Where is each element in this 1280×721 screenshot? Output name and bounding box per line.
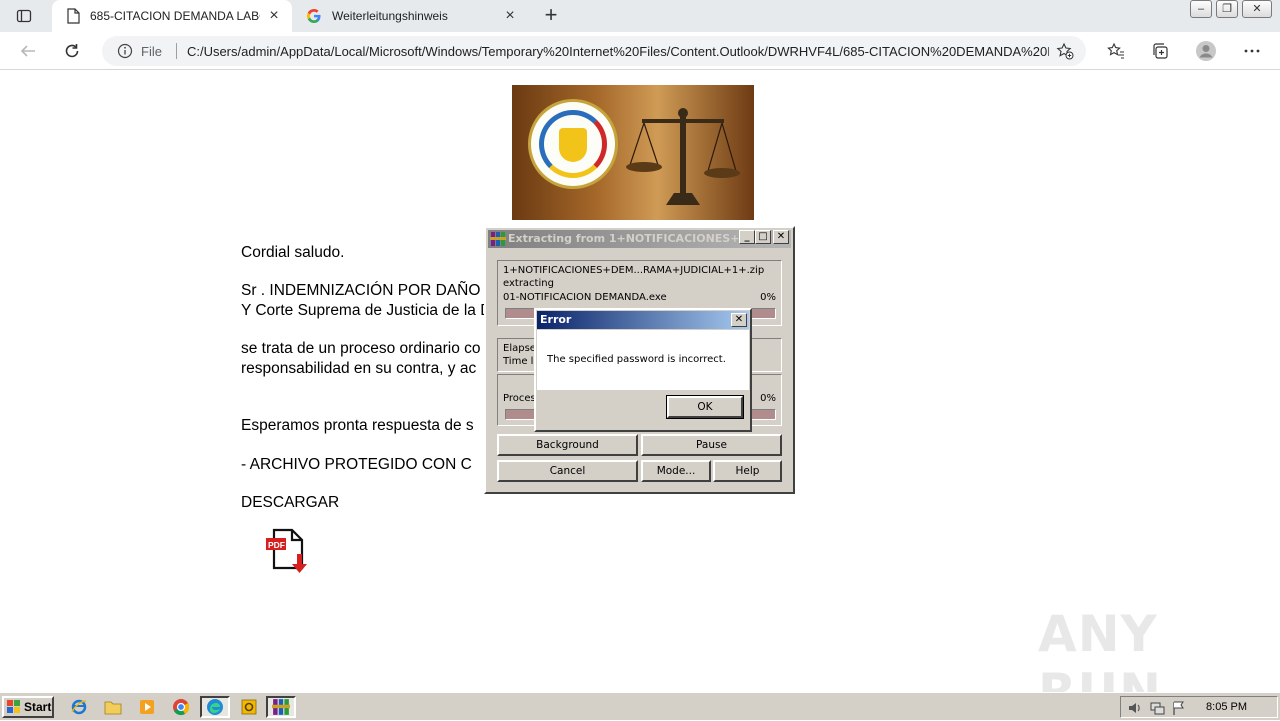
download-link[interactable]: DESCARGAR <box>241 493 339 513</box>
minimize-icon[interactable]: _ <box>739 230 755 244</box>
archive-name: 1+NOTIFICACIONES+DEM...RAMA+JUDICIAL+1+.… <box>503 265 765 276</box>
profile-button[interactable] <box>1194 39 1218 63</box>
elapsed-label: Elapse <box>503 343 536 354</box>
collections-button[interactable] <box>1148 39 1172 63</box>
back-arrow-icon <box>20 45 35 57</box>
windows-flag-icon <box>7 700 20 713</box>
favorites-icon <box>1107 42 1124 59</box>
tab-title: Weiterleitungshinweis <box>332 9 448 23</box>
taskbar: Start 8:05 PM <box>0 692 1280 720</box>
favorites-button[interactable] <box>1104 39 1128 63</box>
background-button[interactable]: Background <box>497 434 638 456</box>
more-menu-icon <box>1244 49 1260 53</box>
file-percent: 0% <box>760 292 776 303</box>
tab-weiterleitungshinweis[interactable]: Weiterleitungshinweis × <box>292 0 528 32</box>
pdf-download-icon[interactable]: PDF <box>264 526 312 576</box>
rama-judicial-seal-icon <box>528 99 618 189</box>
letter-line-6: - ARCHIVO PROTEGIDO CON C <box>241 456 472 473</box>
volume-icon[interactable] <box>1127 700 1143 716</box>
edge-button[interactable] <box>200 696 230 718</box>
start-label: Start <box>24 700 52 714</box>
winrar-icon <box>272 699 290 715</box>
processed-label: Proces <box>503 393 536 404</box>
error-title-bar[interactable]: Error <box>537 311 749 329</box>
restore-icon[interactable]: ❐ <box>1216 0 1238 18</box>
media-player-button[interactable] <box>134 696 160 718</box>
pause-button[interactable]: Pause <box>641 434 782 456</box>
google-icon <box>307 9 321 23</box>
info-icon[interactable] <box>117 43 133 59</box>
tab-title: 685-CITACION DEMANDA LABORAL <box>90 9 260 23</box>
error-message: The specified password is incorrect. <box>547 354 726 365</box>
clock[interactable]: 8:05 PM <box>1206 701 1247 713</box>
scales-of-justice-icon <box>626 108 740 205</box>
media-player-icon <box>140 700 154 714</box>
back-button[interactable] <box>16 39 40 63</box>
winrar-title-text: Extracting from 1+NOTIFICACIONES+D... <box>508 232 762 245</box>
profile-icon <box>1196 41 1216 61</box>
system-tray: 8:05 PM <box>1120 696 1278 718</box>
extract-status: extracting <box>503 278 554 289</box>
refresh-button[interactable] <box>60 39 84 63</box>
letter-line-5: Esperamos pronta respuesta de s <box>241 417 474 434</box>
rama-judicial-banner <box>512 85 754 220</box>
outlook-button[interactable] <box>236 696 262 718</box>
tab-actions-icon <box>16 9 32 23</box>
chrome-icon <box>173 699 190 716</box>
letter-line-4: responsabilidad en su contra, y ac <box>241 360 477 377</box>
close-icon[interactable]: ✕ <box>773 230 789 244</box>
more-menu-button[interactable] <box>1240 39 1264 63</box>
address-separator <box>175 43 177 59</box>
start-button[interactable]: Start <box>2 696 54 718</box>
minimize-icon[interactable]: ‒ <box>1190 0 1212 18</box>
refresh-icon <box>65 44 79 58</box>
folder-icon <box>104 701 122 715</box>
total-percent: 0% <box>760 393 776 404</box>
collections-icon <box>1153 43 1168 59</box>
tab-citacion[interactable]: 685-CITACION DEMANDA LABORAL × <box>52 0 292 32</box>
error-dialog: Error ✕ The specified password is incorr… <box>534 308 752 432</box>
tab-actions-button[interactable] <box>8 5 40 27</box>
internet-explorer-icon <box>71 699 87 715</box>
outlook-icon <box>241 699 257 715</box>
error-body: The specified password is incorrect. <box>537 330 749 390</box>
winrar-button[interactable] <box>266 696 296 718</box>
close-icon[interactable]: ✕ <box>731 313 747 327</box>
cancel-button[interactable]: Cancel <box>497 460 638 482</box>
tab-strip: 685-CITACION DEMANDA LABORAL × Weiterlei… <box>0 0 1280 32</box>
url-text[interactable]: C:/Users/admin/AppData/Local/Microsoft/W… <box>187 44 1049 59</box>
close-icon[interactable]: × <box>266 8 282 24</box>
window-controls: ‒ ❐ ✕ <box>1190 0 1272 18</box>
mode-button[interactable]: Mode... <box>641 460 711 482</box>
explorer-button[interactable] <box>100 696 126 718</box>
internet-explorer-button[interactable] <box>66 696 92 718</box>
error-title-text: Error <box>540 313 572 326</box>
chrome-button[interactable] <box>168 696 194 718</box>
network-icon[interactable] <box>1149 700 1165 716</box>
svg-text:PDF: PDF <box>268 540 285 550</box>
winrar-icon <box>490 232 506 246</box>
new-tab-button[interactable]: + <box>540 4 562 27</box>
current-file: 01-NOTIFICACION DEMANDA.exe <box>503 292 667 303</box>
favorite-add-icon[interactable] <box>1056 42 1074 60</box>
edge-icon <box>207 699 223 715</box>
flag-icon[interactable] <box>1171 700 1187 716</box>
document-icon <box>67 8 80 24</box>
maximize-icon[interactable]: □ <box>755 230 771 244</box>
scheme-label: File <box>141 43 162 59</box>
address-bar[interactable]: File C:/Users/admin/AppData/Local/Micros… <box>102 36 1086 66</box>
browser-toolbar: File C:/Users/admin/AppData/Local/Micros… <box>0 32 1280 70</box>
ok-button[interactable]: OK <box>666 395 744 419</box>
close-window-icon[interactable]: ✕ <box>1242 0 1272 18</box>
greeting-text: Cordial saludo. <box>241 244 345 261</box>
close-icon[interactable]: × <box>502 8 518 24</box>
help-button[interactable]: Help <box>713 460 782 482</box>
